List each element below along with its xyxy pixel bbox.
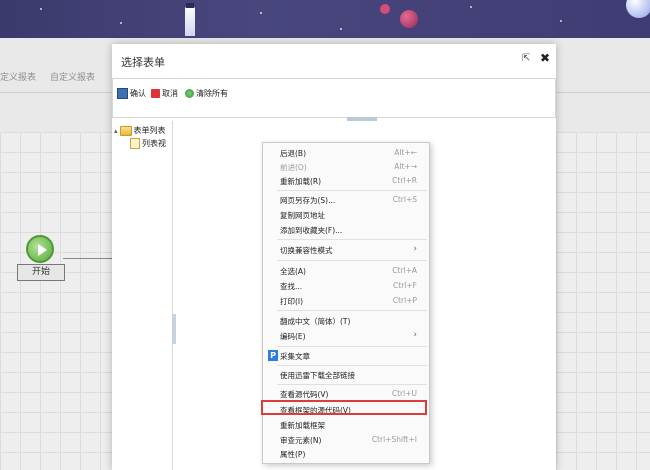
top-banner	[0, 0, 650, 38]
menu-separator	[277, 310, 427, 311]
tree-child-label: 列表视	[142, 139, 166, 148]
tree-node-root[interactable]: ▴ 表单列表	[114, 125, 166, 136]
menu-item-label: 添加到收藏夹(F)...	[280, 226, 343, 235]
menu-separator	[277, 190, 427, 191]
menu-item-label: 全选(A)	[280, 267, 306, 276]
dialog-header: 选择表单 ⇱ ✖	[112, 44, 556, 79]
menu-separator	[277, 384, 427, 385]
dialog-title: 选择表单	[121, 56, 165, 69]
menu-item-label: 网页另存为(S)...	[280, 196, 336, 205]
cancel-label: 取消	[162, 89, 178, 98]
menu-item-print[interactable]: 打印(I) Ctrl+P	[263, 294, 429, 308]
menu-item-encoding[interactable]: 编码(E) ›	[263, 329, 429, 343]
file-icon	[130, 138, 140, 149]
popout-icon[interactable]: ⇱	[522, 53, 530, 64]
menu-item-label: 重新加载框架	[280, 421, 325, 430]
menu-item-shortcut: Ctrl+P	[392, 296, 417, 305]
close-icon[interactable]: ✖	[540, 51, 550, 65]
menu-item-select-all[interactable]: 全选(A) Ctrl+A	[263, 264, 429, 278]
menu-item-shortcut: Alt+→	[394, 162, 417, 171]
submenu-arrow-icon: ›	[413, 330, 417, 340]
menu-item-shortcut: Ctrl+S	[392, 195, 417, 204]
menu-item-shortcut: Ctrl+F	[393, 281, 417, 290]
start-node-label[interactable]: 开始	[17, 264, 65, 281]
cancel-icon	[151, 89, 160, 98]
expand-icon[interactable]: ▴	[114, 127, 118, 135]
menu-separator	[277, 239, 427, 240]
workflow-canvas-right	[556, 132, 650, 470]
tree-root-label: 表单列表	[133, 126, 166, 135]
menu-item-label: 属性(P)	[280, 450, 306, 459]
submenu-arrow-icon: ›	[413, 244, 417, 254]
menu-item-label: 采集文章	[280, 352, 310, 361]
menu-item-label: 后退(B)	[280, 149, 306, 158]
cancel-button[interactable]: 取消	[151, 88, 178, 99]
splitter-handle[interactable]	[172, 314, 176, 344]
moon-decoration	[626, 0, 650, 18]
clear-all-label: 清除所有	[196, 89, 228, 98]
menu-item-label: 前进(O)	[280, 163, 307, 172]
menu-item-back[interactable]: 后退(B) Alt+←	[263, 146, 429, 160]
connector-line	[63, 258, 112, 259]
bg-tab-report-def[interactable]: 定义报表	[0, 70, 36, 83]
menu-item-translate[interactable]: 翻成中文（简体）(T)	[263, 314, 429, 328]
menu-item-label: 查找...	[280, 282, 303, 291]
collect-p-icon: P	[268, 350, 278, 361]
folder-icon	[119, 125, 132, 136]
menu-item-label: 重新加载(R)	[280, 177, 322, 186]
menu-item-label: 审查元素(N)	[280, 436, 322, 445]
menu-item-label: 编码(E)	[280, 332, 306, 341]
menu-item-label: 打印(I)	[280, 297, 304, 306]
start-node-icon[interactable]	[26, 235, 54, 263]
menu-item-save-as[interactable]: 网页另存为(S)... Ctrl+S	[263, 193, 429, 207]
planet-decoration	[400, 10, 418, 28]
menu-separator	[277, 346, 427, 347]
horizontal-scroll-handle[interactable]	[347, 117, 377, 121]
planet-decoration	[380, 4, 390, 14]
menu-item-shortcut: Ctrl+U	[391, 389, 417, 398]
menu-item-forward[interactable]: 前进(O) Alt+→	[263, 160, 429, 174]
menu-item-add-favorite[interactable]: 添加到收藏夹(F)...	[263, 223, 429, 237]
confirm-button[interactable]: 确认	[117, 88, 146, 99]
menu-item-find[interactable]: 查找... Ctrl+F	[263, 279, 429, 293]
menu-item-shortcut: Alt+←	[394, 148, 417, 157]
menu-item-view-source[interactable]: 查看源代码(V) Ctrl+U	[263, 387, 429, 401]
menu-separator	[277, 260, 427, 261]
menu-item-shortcut: Ctrl+R	[392, 176, 417, 185]
menu-item-properties[interactable]: 属性(P)	[263, 447, 429, 461]
form-tree-pane: ▴ 表单列表 列表视	[112, 121, 173, 470]
menu-item-thunder-download[interactable]: 使用迅雷下载全部链接	[263, 368, 429, 382]
menu-item-inspect[interactable]: 审查元素(N) Ctrl+Shift+I	[263, 433, 429, 447]
menu-item-shortcut: Ctrl+Shift+I	[371, 435, 417, 444]
dialog-toolbar: 确认 取消 清除所有	[112, 78, 556, 118]
bg-tab-custom-report[interactable]: 自定义报表	[50, 70, 95, 83]
menu-item-copy-url[interactable]: 复制网页地址	[263, 208, 429, 222]
lighthouse-icon	[185, 6, 195, 36]
workflow-canvas	[0, 132, 112, 470]
menu-item-collect-article[interactable]: P 采集文章	[263, 349, 429, 363]
menu-item-label: 翻成中文（简体）(T)	[280, 317, 351, 326]
tree-node-child[interactable]: 列表视	[130, 138, 166, 149]
menu-separator	[277, 365, 427, 366]
menu-item-label: 查看源代码(V)	[280, 390, 329, 399]
menu-item-reload[interactable]: 重新加载(R) Ctrl+R	[263, 174, 429, 188]
menu-item-label: 切换兼容性模式	[280, 246, 333, 255]
menu-item-label: 复制网页地址	[280, 211, 325, 220]
save-icon	[117, 88, 128, 99]
clear-all-button[interactable]: 清除所有	[185, 88, 228, 99]
confirm-label: 确认	[130, 89, 146, 98]
menu-item-reload-frame[interactable]: 重新加载框架	[263, 418, 429, 432]
highlight-box	[261, 400, 427, 415]
menu-item-shortcut: Ctrl+A	[392, 266, 417, 275]
menu-item-label: 使用迅雷下载全部链接	[280, 371, 355, 380]
clear-icon	[185, 89, 194, 98]
lighthouse-top	[186, 3, 194, 8]
menu-item-compat-mode[interactable]: 切换兼容性模式 ›	[263, 243, 429, 257]
context-menu: 后退(B) Alt+← 前进(O) Alt+→ 重新加载(R) Ctrl+R 网…	[262, 142, 430, 464]
